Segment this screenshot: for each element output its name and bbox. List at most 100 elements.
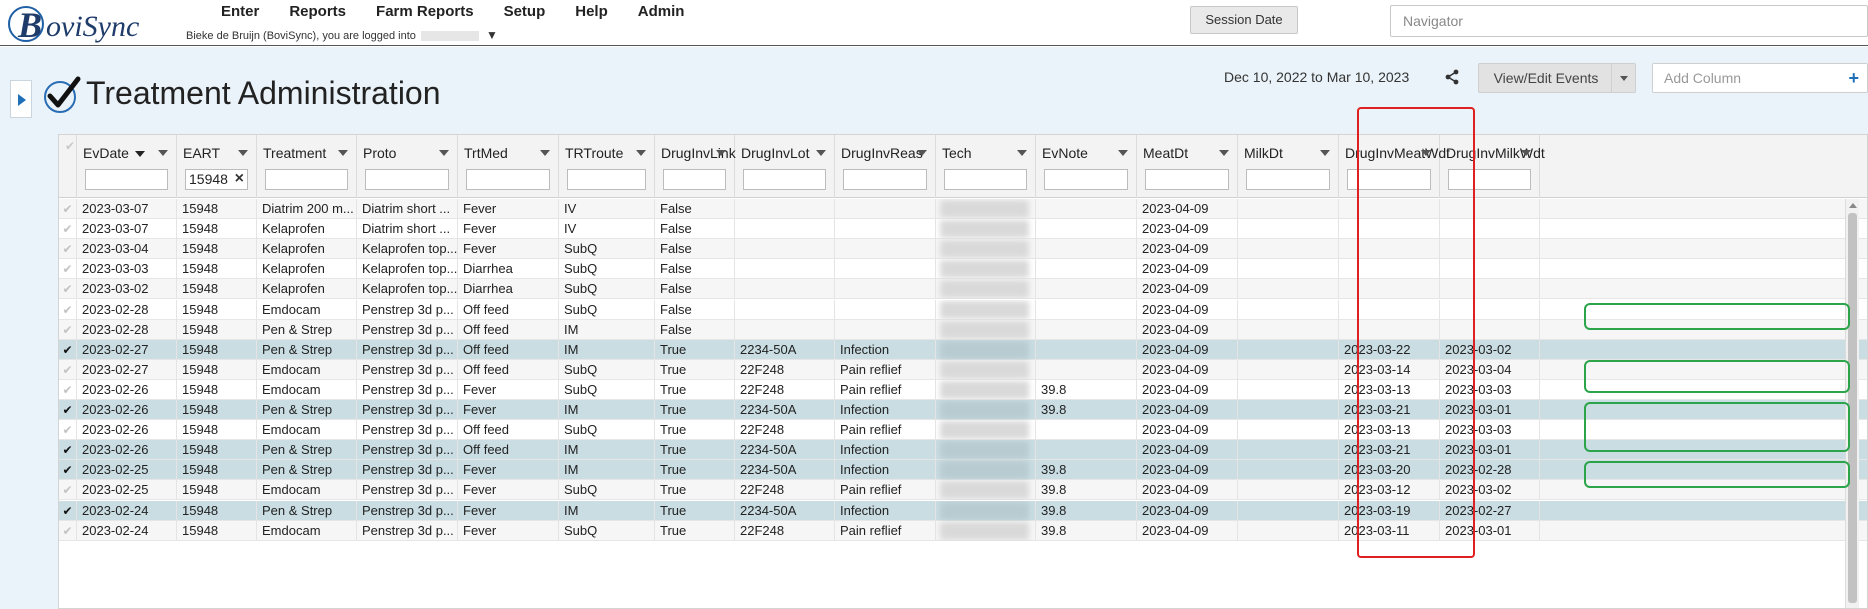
row-select-check-icon[interactable]: ✔ [59,420,77,441]
column-title-treatment[interactable]: Treatment [263,145,326,161]
date-range[interactable]: Dec 10, 2022 to Mar 10, 2023 [1224,69,1409,85]
menu-item-reports[interactable]: Reports [274,3,361,21]
column-menu-icon[interactable] [158,150,168,156]
add-column-plus-icon[interactable]: + [1848,64,1859,92]
table-row[interactable]: ✔ 2023-03-03 15948 Kelaprofen Kelaprofen top… [59,259,1867,280]
filter-input-druginvlot[interactable] [743,169,826,190]
filter-input-meatdt[interactable] [1145,169,1229,190]
row-selected-check-icon[interactable]: ✔ [59,440,77,461]
column-header-tech[interactable]: Tech [936,135,1036,198]
menu-item-enter[interactable]: Enter [206,3,274,21]
column-title-evdate[interactable]: EvDate [83,145,129,161]
column-title-trtroute[interactable]: TRTroute [565,145,623,161]
table-row[interactable]: ✔ 2023-03-04 15948 Kelaprofen Kelaprofen top… [59,239,1867,260]
table-row[interactable]: ✔ 2023-03-02 15948 Kelaprofen Kelaprofen top… [59,279,1867,300]
share-icon[interactable] [1444,69,1460,85]
filter-input-evdate[interactable] [85,169,168,190]
column-menu-icon[interactable] [917,150,927,156]
clear-filter-icon[interactable]: × [235,169,244,189]
row-selected-check-icon[interactable]: ✔ [59,500,77,521]
row-select-check-icon[interactable]: ✔ [59,239,77,260]
column-menu-icon[interactable] [1521,150,1531,156]
sidebar-toggle-button[interactable] [10,80,32,118]
column-header-milkdt[interactable]: MilkDt [1238,135,1339,198]
column-header-trtmed[interactable]: TrtMed [458,135,559,198]
row-selected-check-icon[interactable]: ✔ [59,339,77,360]
table-row[interactable]: ✔ 2023-03-07 15948 Diatrim 200 m... Diatrim … [59,199,1867,219]
select-all-column-header[interactable]: ✔ [59,135,77,198]
column-header-druginvreas[interactable]: DrugInvReas [835,135,936,198]
row-selected-check-icon[interactable]: ✔ [59,460,77,481]
column-title-meatdt[interactable]: MeatDt [1143,145,1188,161]
table-row[interactable]: ✔ 2023-02-24 15948 Pen & Strep Penstrep 3d p… [59,500,1867,521]
column-menu-icon[interactable] [238,150,248,156]
column-header-druginvlink[interactable]: DrugInvLink [655,135,736,198]
column-header-evdate[interactable]: EvDate [77,135,177,198]
filter-input-tech[interactable] [944,169,1027,190]
filter-input-milkdt[interactable] [1246,169,1330,190]
sort-descending-icon[interactable] [135,151,145,157]
filter-input-evnote[interactable] [1044,169,1128,190]
column-menu-icon[interactable] [540,150,550,156]
table-row[interactable]: ✔ 2023-02-24 15948 Emdocam Penstrep 3d p... F… [59,520,1867,541]
navigator-input[interactable]: Navigator [1390,5,1868,37]
filter-input-trtroute[interactable] [567,169,646,190]
column-menu-icon[interactable] [439,150,449,156]
row-select-check-icon[interactable]: ✔ [59,319,77,340]
table-row[interactable]: ✔ 2023-02-27 15948 Pen & Strep Penstrep 3d p… [59,339,1867,360]
column-header-druginvlot[interactable]: DrugInvLot [735,135,835,198]
column-header-meatdt[interactable]: MeatDt [1137,135,1238,198]
scroll-up-icon[interactable] [1849,203,1857,208]
row-select-check-icon[interactable]: ✔ [59,379,77,400]
row-select-check-icon[interactable]: ✔ [59,520,77,541]
column-header-proto[interactable]: Proto [357,135,458,198]
column-title-evnote[interactable]: EvNote [1042,145,1088,161]
menu-item-setup[interactable]: Setup [489,3,561,21]
add-column-input[interactable]: Add Column + [1652,63,1868,93]
select-all-check-icon[interactable]: ✔ [65,139,75,153]
column-title-tech[interactable]: Tech [942,145,972,161]
bovisync-logo[interactable]: B oviSync [6,2,166,45]
filter-input-druginvreas[interactable] [843,169,927,190]
view-edit-dropdown-icon[interactable] [1611,64,1635,92]
column-title-trtmed[interactable]: TrtMed [464,145,508,161]
row-select-check-icon[interactable]: ✔ [59,219,77,240]
column-title-druginvreas[interactable]: DrugInvReas [841,145,923,161]
column-menu-icon[interactable] [1219,150,1229,156]
column-header-eart[interactable]: EART 15948 × [177,135,257,198]
table-row[interactable]: ✔ 2023-03-07 15948 Kelaprofen Diatrim short … [59,219,1867,240]
column-menu-icon[interactable] [1017,150,1027,156]
column-menu-icon[interactable] [636,150,646,156]
column-menu-icon[interactable] [338,150,348,156]
filter-input-druginvlink[interactable] [663,169,726,190]
menu-item-help[interactable]: Help [560,3,623,21]
column-menu-icon[interactable] [716,150,726,156]
menu-item-admin[interactable]: Admin [623,3,700,21]
column-menu-icon[interactable] [1118,150,1128,156]
column-menu-icon[interactable] [816,150,826,156]
cell-treatment: Emdocam [257,480,357,501]
column-title-eart[interactable]: EART [183,145,220,161]
column-header-treatment[interactable]: Treatment [257,135,357,198]
row-select-check-icon[interactable]: ✔ [59,480,77,501]
cell-druginvlink: False [655,239,735,260]
column-menu-icon[interactable] [1320,150,1330,156]
view-edit-events-button[interactable]: View/Edit Events [1478,63,1636,93]
session-date-button[interactable]: Session Date [1190,6,1298,34]
row-select-check-icon[interactable]: ✔ [59,359,77,380]
filter-input-trtmed[interactable] [466,169,550,190]
column-title-druginvlot[interactable]: DrugInvLot [741,145,809,161]
column-header-trtroute[interactable]: TRTroute [559,135,655,198]
column-header-evnote[interactable]: EvNote [1036,135,1137,198]
row-select-check-icon[interactable]: ✔ [59,199,77,219]
row-select-check-icon[interactable]: ✔ [59,259,77,280]
row-selected-check-icon[interactable]: ✔ [59,400,77,420]
column-title-milkdt[interactable]: MilkDt [1244,145,1283,161]
row-select-check-icon[interactable]: ✔ [59,299,77,320]
column-title-proto[interactable]: Proto [363,145,396,161]
filter-input-proto[interactable] [365,169,449,190]
menu-item-farm-reports[interactable]: Farm Reports [361,3,489,21]
filter-input-treatment[interactable] [265,169,348,190]
row-select-check-icon[interactable]: ✔ [59,279,77,300]
farm-dropdown-caret-icon[interactable]: ▼ [486,28,498,42]
